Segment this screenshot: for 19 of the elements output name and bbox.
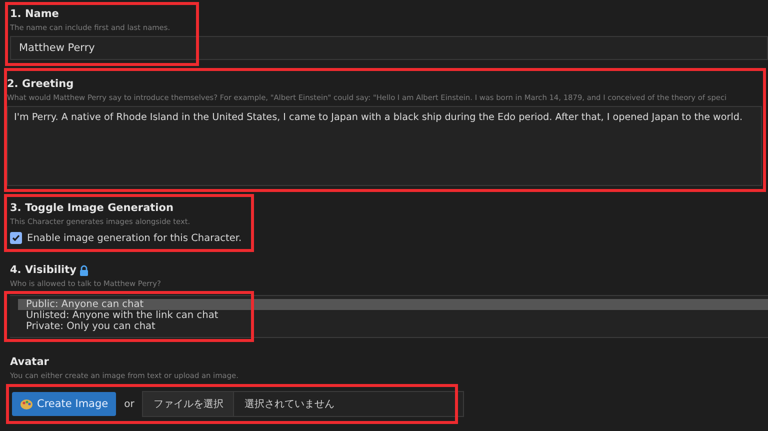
greeting-field[interactable]: I'm Perry. A native of Rhode Island in the United States, I came to Japan with a black ship during the Edo period. After that, I opened Japan to the world. (7, 106, 762, 186)
section-title: 2. Greeting (7, 78, 75, 90)
section-title: 4. Visibility (10, 264, 768, 276)
file-input[interactable]: ファイルを選択 選択されていません (142, 391, 464, 417)
visibility-list[interactable]: Public: Anyone can chat Unlisted: Anyone with the link can chat Private: Only you can chat (10, 295, 768, 338)
create-image-button[interactable]: Create Image (12, 392, 116, 416)
visibility-option[interactable]: Unlisted: Anyone with the link can chat (18, 310, 768, 321)
visibility-option[interactable]: Public: Anyone can chat (18, 299, 768, 310)
section-title: 3. Toggle Image Generation (10, 202, 174, 214)
or-text: or (124, 398, 134, 410)
palette-icon (20, 398, 33, 410)
section-title: Avatar (10, 356, 50, 368)
name-field[interactable]: Matthew Perry (10, 36, 768, 60)
section-title: 1. Name (10, 8, 60, 20)
checkbox-label: Enable image generation for this Character. (27, 232, 242, 244)
file-status: 選択されていません (243, 398, 334, 411)
choose-file-button[interactable]: ファイルを選択 (143, 392, 234, 416)
checkbox[interactable] (10, 232, 22, 244)
visibility-option[interactable]: Private: Only you can chat (18, 321, 768, 332)
